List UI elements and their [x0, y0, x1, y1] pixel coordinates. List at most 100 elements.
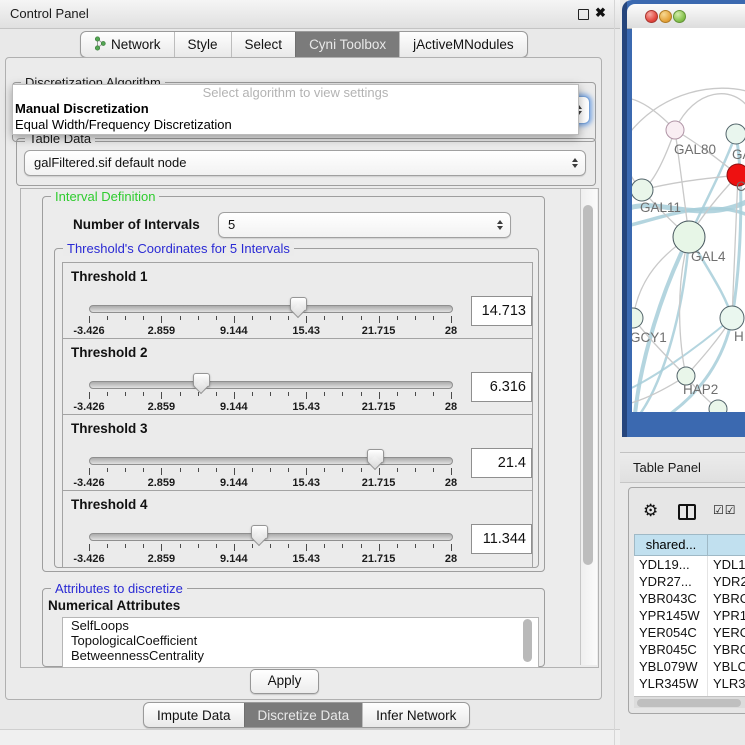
popup-item-manual-discretization[interactable]: Manual Discretization — [13, 101, 578, 117]
numerical-attributes-list[interactable]: SelfLoopsTopologicalCoefficientBetweenne… — [62, 617, 539, 668]
float-window-icon[interactable] — [578, 9, 589, 20]
node-label-hap2: HAP2 — [683, 382, 718, 397]
tick-mark — [161, 544, 162, 551]
graph-edge[interactable] — [642, 175, 738, 190]
horizontal-scrollbar-thumb[interactable] — [637, 699, 741, 707]
tick-label: 9.144 — [220, 477, 248, 489]
slider-track[interactable] — [89, 533, 453, 541]
list-item-betweennesscentrality[interactable]: BetweennessCentrality — [63, 648, 538, 663]
tick-mark — [433, 468, 434, 472]
table-data-combobox[interactable]: galFiltered.sif default node — [24, 150, 586, 176]
network-window-titlebar[interactable] — [627, 4, 745, 29]
tab-impute-data[interactable]: Impute Data — [144, 703, 244, 727]
slider-tick-labels: -3.4262.8599.14415.4321.71528 — [89, 553, 451, 565]
close-traffic-light-icon[interactable] — [645, 10, 658, 23]
list-item-selfloops[interactable]: SelfLoops — [63, 618, 538, 633]
node-gal80[interactable] — [666, 121, 684, 139]
threshold-value-field[interactable]: 21.4 — [471, 448, 532, 478]
threshold-value-field[interactable]: 14.713 — [471, 296, 532, 326]
network-canvas[interactable]: GAL80GACGAL11GAL4GCY1HHAP2 — [632, 28, 745, 412]
node-gcy1[interactable] — [632, 308, 643, 328]
tab-label: Discretize Data — [258, 708, 350, 723]
slider-handle[interactable] — [193, 373, 210, 387]
column-header-shared-[interactable]: shared... — [634, 534, 708, 556]
threshold-value-field[interactable]: 6.316 — [471, 372, 532, 402]
vertical-scrollbar-thumb[interactable] — [583, 205, 593, 565]
threshold-label: Threshold 2 — [71, 345, 148, 360]
table-cell: YPR1 — [708, 607, 745, 624]
table-cell: YER054C — [634, 624, 708, 641]
number-of-intervals-label: Number of Intervals — [73, 217, 213, 232]
threshold-label: Threshold 4 — [71, 497, 148, 512]
tick-mark — [180, 468, 181, 472]
tab-cyni-toolbox[interactable]: Cyni Toolbox — [295, 32, 399, 57]
tab-network[interactable]: Network — [81, 32, 174, 57]
tick-mark — [234, 468, 235, 475]
node-gal11[interactable] — [632, 179, 653, 201]
node-label-gal4: GAL4 — [691, 249, 726, 264]
slider-handle[interactable] — [290, 297, 307, 311]
network-graph: GAL80GACGAL11GAL4GCY1HHAP2 — [632, 28, 745, 412]
tab-style[interactable]: Style — [174, 32, 231, 57]
table-row[interactable]: YBR045CYBRO — [634, 641, 745, 658]
select-columns-icon[interactable]: ☑☑ — [713, 503, 737, 517]
table-row[interactable]: YDR27...YDR2 — [634, 573, 745, 590]
table-row[interactable]: YBL079WYBLO — [634, 658, 745, 675]
network-icon — [94, 36, 106, 54]
node-bottom[interactable] — [709, 400, 727, 412]
node-label-c: C — [736, 179, 745, 194]
tick-mark — [143, 316, 144, 320]
list-item-topologicalcoefficient[interactable]: TopologicalCoefficient — [63, 633, 538, 648]
bottom-tabbar: Impute Data Discretize Data Infer Network — [143, 702, 470, 728]
tick-mark — [161, 392, 162, 399]
table-row[interactable]: YPR145WYPR1 — [634, 607, 745, 624]
table-window: ⚙ ☑☑ shared...na YDL19...YDL1YDR27...YDR… — [628, 487, 745, 714]
slider-track[interactable] — [89, 457, 453, 465]
graph-edge[interactable] — [640, 237, 689, 412]
tick-mark — [198, 468, 199, 472]
popup-item-equal-width-frequency-discretization[interactable]: Equal Width/Frequency Discretization — [13, 117, 578, 133]
tab-jactivemnodules[interactable]: jActiveMNodules — [399, 32, 527, 57]
slider-track[interactable] — [89, 305, 453, 313]
table-row[interactable]: YLR345WYLR3 — [634, 675, 745, 692]
tick-label: 21.715 — [362, 325, 396, 337]
table-row[interactable]: YDL19...YDL1 — [634, 556, 745, 573]
tick-label: 9.144 — [220, 553, 248, 565]
tick-mark — [433, 392, 434, 396]
tick-mark — [306, 316, 307, 323]
tick-mark — [415, 392, 416, 396]
tick-mark — [451, 316, 452, 323]
table-row[interactable]: YER054CYERO — [634, 624, 745, 641]
table-row[interactable]: YBR043CYBRO — [634, 590, 745, 607]
node-h[interactable] — [720, 306, 744, 330]
minimize-traffic-light-icon[interactable] — [659, 10, 672, 23]
zoom-traffic-light-icon[interactable] — [673, 10, 686, 23]
number-of-intervals-combobox[interactable]: 5 — [218, 212, 511, 238]
split-columns-icon[interactable] — [678, 504, 696, 520]
tick-mark — [361, 392, 362, 396]
slider-handle[interactable] — [367, 449, 384, 463]
settings-gear-icon[interactable]: ⚙ — [643, 502, 658, 519]
node-top-right[interactable] — [726, 124, 745, 144]
tick-mark — [397, 544, 398, 548]
combo-arrows-icon — [497, 220, 503, 230]
threshold-value-field[interactable]: 11.344 — [471, 524, 532, 554]
tab-select[interactable]: Select — [231, 32, 296, 57]
tick-label: 28 — [445, 401, 457, 413]
apply-button[interactable]: Apply — [250, 669, 319, 694]
close-icon[interactable]: ✖ — [595, 5, 606, 21]
threshold-panel-3: Threshold 3-3.4262.8599.14415.4321.71528… — [62, 414, 533, 492]
slider-handle[interactable] — [251, 525, 268, 539]
tick-mark — [288, 544, 289, 548]
table-data-combobox-value: galFiltered.sif default node — [34, 155, 186, 170]
horizontal-scrollbar[interactable] — [634, 696, 745, 708]
slider-ticks — [89, 468, 451, 476]
tick-mark — [125, 392, 126, 396]
list-scrollbar-thumb[interactable] — [523, 619, 532, 662]
tab-infer-network[interactable]: Infer Network — [362, 703, 469, 727]
column-header-na[interactable]: na — [708, 534, 745, 556]
graph-edge[interactable] — [635, 237, 689, 412]
tab-discretize-data[interactable]: Discretize Data — [244, 703, 363, 727]
table-cell: YDL1 — [708, 556, 745, 573]
slider-track[interactable] — [89, 381, 453, 389]
